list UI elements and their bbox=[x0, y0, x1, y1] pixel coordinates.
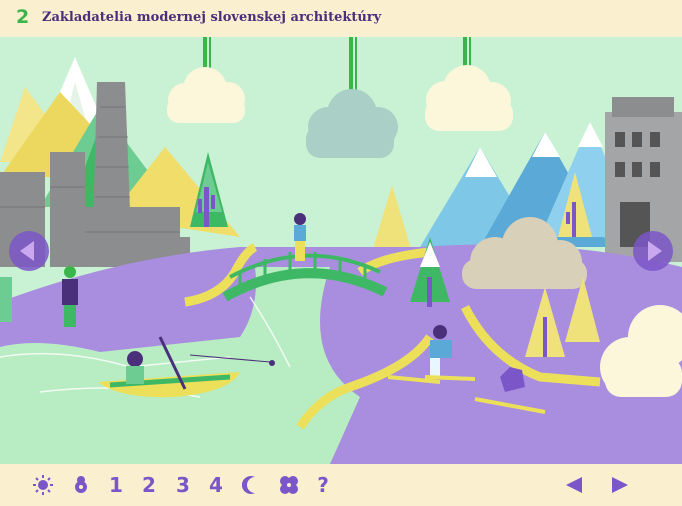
triangle-right-icon bbox=[612, 477, 628, 493]
chevron-left-circle-icon bbox=[9, 231, 49, 271]
flower-icon bbox=[75, 476, 87, 493]
nav-4-button[interactable]: 4 bbox=[205, 473, 227, 497]
sun-icon bbox=[33, 475, 53, 495]
header-bar: 2 Zakladatelia modernej slovenskej archi… bbox=[0, 0, 682, 37]
triangle-left-icon bbox=[566, 477, 582, 493]
nav-moon-button[interactable] bbox=[240, 474, 262, 496]
nav-clover-button[interactable] bbox=[278, 474, 300, 496]
clover-icon bbox=[280, 476, 298, 494]
scene-next-button[interactable] bbox=[626, 229, 680, 273]
moon-icon bbox=[242, 476, 255, 494]
nav-help-button[interactable]: ? bbox=[312, 473, 334, 497]
next-page-button[interactable] bbox=[608, 474, 632, 496]
scene-prev-button[interactable] bbox=[2, 229, 56, 273]
footer-nav: 1 2 3 4 ? bbox=[0, 464, 682, 506]
illustration-scene bbox=[0, 37, 682, 464]
chapter-number: 2 bbox=[16, 6, 30, 28]
chapter-title: Zakladatelia modernej slovenskej archite… bbox=[42, 10, 382, 25]
nav-sun-button[interactable] bbox=[32, 474, 54, 496]
prev-page-button[interactable] bbox=[562, 474, 586, 496]
nav-flower-button[interactable] bbox=[70, 474, 92, 496]
nav-1-button[interactable]: 1 bbox=[105, 473, 127, 497]
chevron-right-circle-icon bbox=[633, 231, 673, 271]
landscape-illustration bbox=[0, 37, 682, 464]
nav-2-button[interactable]: 2 bbox=[138, 473, 160, 497]
nav-3-button[interactable]: 3 bbox=[172, 473, 194, 497]
